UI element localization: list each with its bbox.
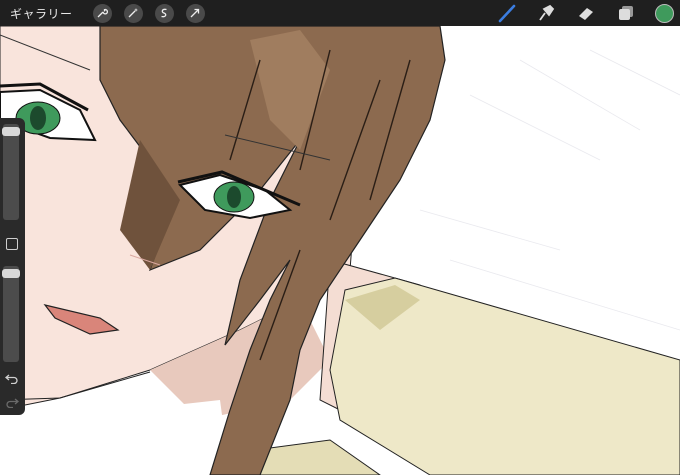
- eraser-icon[interactable]: [576, 3, 596, 23]
- drawing-canvas[interactable]: [0, 0, 680, 475]
- modify-square-icon[interactable]: [6, 238, 18, 250]
- transform-arrow-icon[interactable]: [185, 3, 205, 23]
- layers-icon[interactable]: [616, 3, 636, 23]
- brush-icon[interactable]: [497, 3, 517, 23]
- smudge-icon[interactable]: [536, 3, 556, 23]
- magic-wand-icon[interactable]: [123, 3, 143, 23]
- color-picker-swatch[interactable]: [655, 4, 674, 23]
- left-sidebar: [0, 118, 25, 415]
- opacity-slider[interactable]: [2, 266, 20, 362]
- undo-icon[interactable]: [5, 372, 19, 384]
- wrench-icon[interactable]: [92, 3, 112, 23]
- top-toolbar: ギャラリー: [0, 0, 680, 26]
- brush-size-thumb[interactable]: [2, 126, 20, 136]
- brush-size-slider[interactable]: [2, 124, 20, 220]
- redo-icon[interactable]: [5, 396, 19, 408]
- gallery-button[interactable]: ギャラリー: [0, 5, 81, 22]
- opacity-thumb[interactable]: [2, 269, 20, 279]
- selection-icon[interactable]: [154, 3, 174, 23]
